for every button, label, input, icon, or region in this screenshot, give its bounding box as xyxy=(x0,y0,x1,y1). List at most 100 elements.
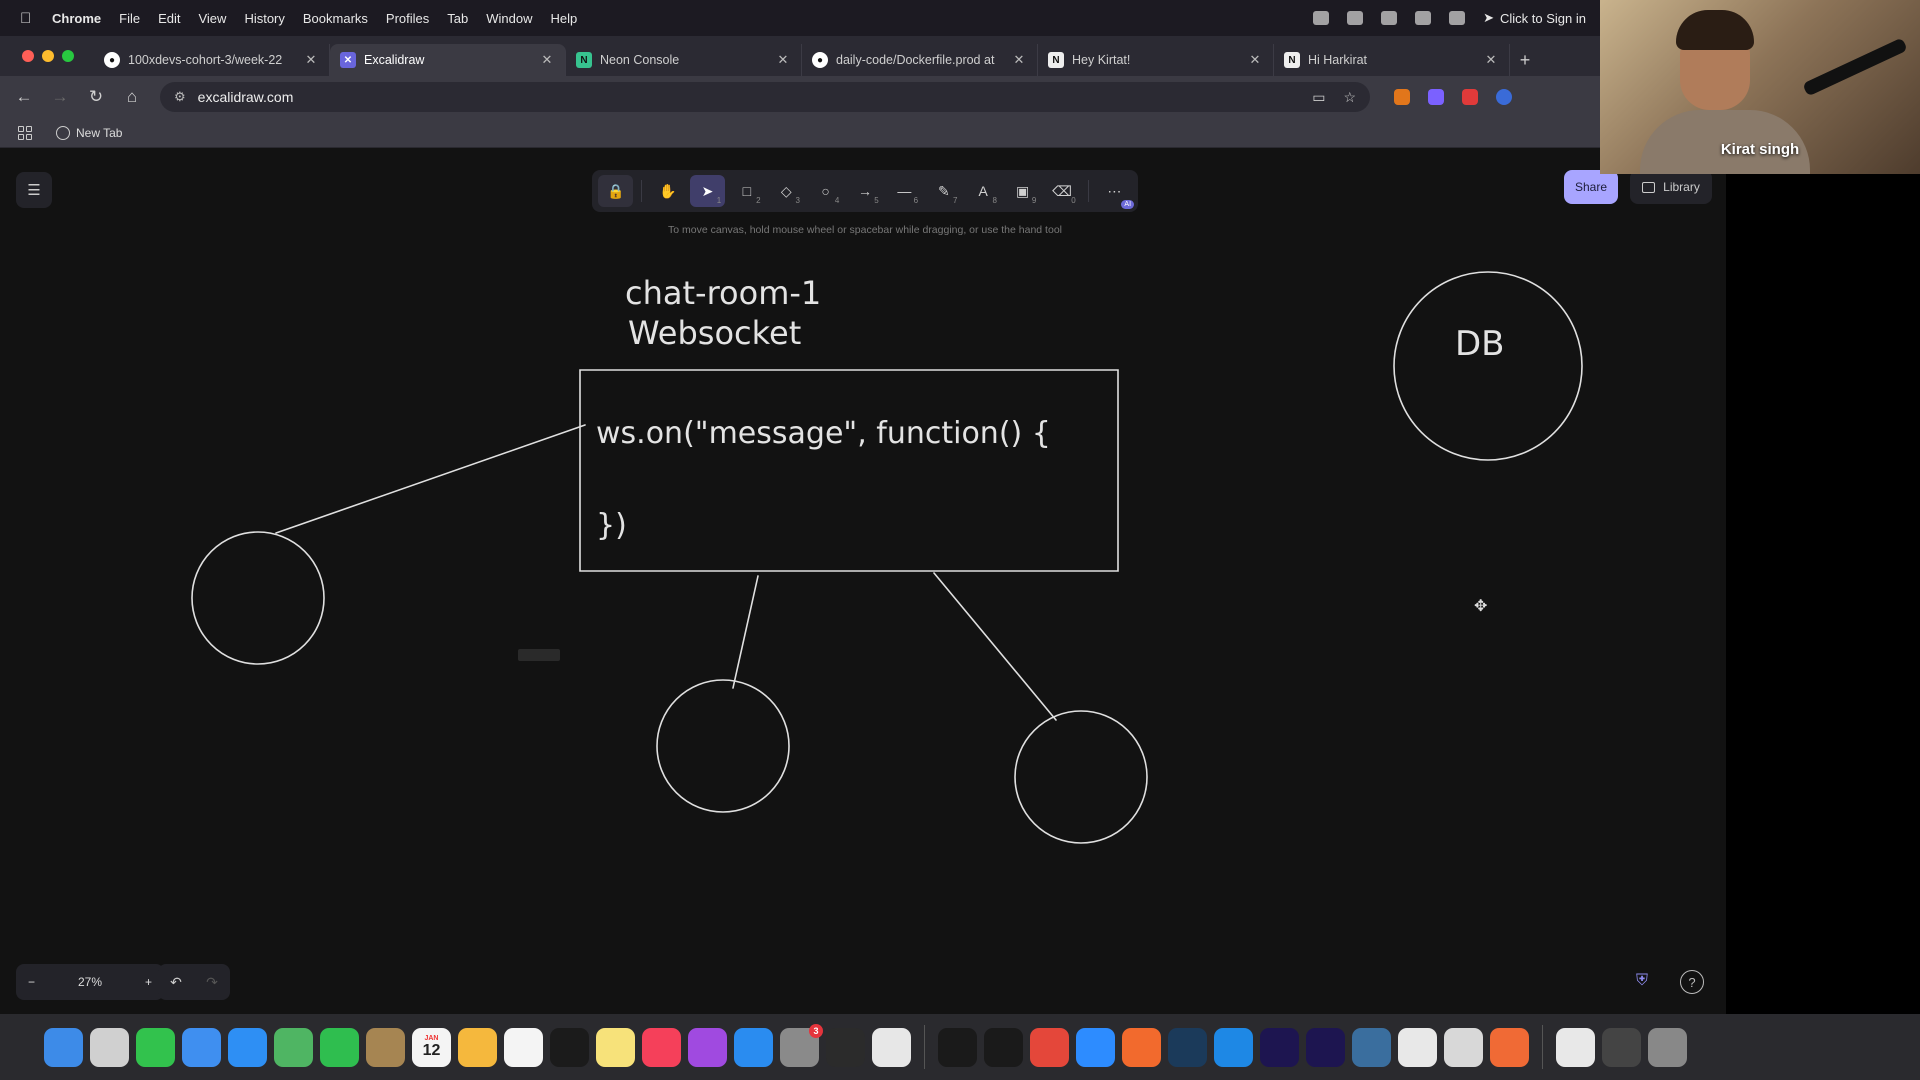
close-tab-icon[interactable]: ✕ xyxy=(1483,52,1499,68)
drawing-title-line2[interactable]: Websocket xyxy=(628,314,801,352)
premiere-pro-icon[interactable] xyxy=(1260,1027,1299,1067)
text-tool-button[interactable]: A8 xyxy=(966,175,1001,207)
drawing-surface[interactable] xyxy=(0,148,1726,1014)
mirror-icon[interactable] xyxy=(1444,1027,1483,1067)
zoom-in-button[interactable]: + xyxy=(145,975,152,989)
brave-icon[interactable] xyxy=(1122,1027,1161,1067)
steam-icon[interactable] xyxy=(1168,1027,1207,1067)
system-settings-icon[interactable]: 3 xyxy=(780,1023,823,1067)
library-button[interactable]: Library xyxy=(1630,170,1712,204)
calendar-icon[interactable]: JAN 12 xyxy=(412,1027,451,1067)
menu-file[interactable]: File xyxy=(119,11,140,26)
finder-icon[interactable] xyxy=(44,1027,83,1067)
shield-icon[interactable]: ⛨ xyxy=(1636,972,1656,994)
close-tab-icon[interactable]: ✕ xyxy=(1011,52,1027,68)
tab-hey-kirtat[interactable]: N Hey Kirtat! ✕ xyxy=(1038,44,1274,76)
podcasts-icon[interactable] xyxy=(688,1027,727,1067)
menu-window[interactable]: Window xyxy=(486,11,532,26)
menubar-app-name[interactable]: Chrome xyxy=(52,11,101,26)
metamask-extension-icon[interactable] xyxy=(1394,89,1410,105)
bookmark-star-icon[interactable]: ☆ xyxy=(1343,89,1356,106)
code-rectangle[interactable] xyxy=(579,369,1119,572)
notes-icon[interactable] xyxy=(596,1027,635,1067)
control-status-icon[interactable] xyxy=(1449,11,1466,25)
vscode-icon[interactable] xyxy=(1214,1027,1253,1067)
messages-icon[interactable] xyxy=(136,1027,175,1067)
db-circle[interactable] xyxy=(1393,271,1583,461)
close-tab-icon[interactable]: ✕ xyxy=(303,52,319,68)
postman-icon[interactable] xyxy=(1490,1027,1529,1067)
selection-tool-button[interactable]: ➤ 1 xyxy=(689,175,726,207)
connector-line-left[interactable] xyxy=(275,424,586,534)
cloud-status-icon[interactable] xyxy=(1415,11,1432,25)
menu-profiles[interactable]: Profiles xyxy=(386,11,429,26)
close-tab-icon[interactable]: ✕ xyxy=(775,52,791,68)
forward-icon[interactable]: → xyxy=(42,87,78,107)
eraser-tool-button[interactable]: ⌫ 0 xyxy=(1044,175,1079,207)
site-settings-icon[interactable]: ⚙ xyxy=(174,89,186,105)
premiere-pro-2-icon[interactable] xyxy=(1306,1027,1345,1067)
install-app-icon[interactable]: ▭ xyxy=(1312,89,1325,106)
preview-icon[interactable] xyxy=(872,1027,911,1067)
menu-tab[interactable]: Tab xyxy=(447,11,468,26)
maps-icon[interactable] xyxy=(274,1027,313,1067)
cursor-icon[interactable] xyxy=(1398,1027,1437,1067)
zoom-level[interactable]: 27% xyxy=(78,975,102,989)
chrome-icon[interactable] xyxy=(1030,1027,1069,1067)
downloads-icon[interactable] xyxy=(1602,1027,1641,1067)
hand-status-icon[interactable] xyxy=(1313,11,1330,25)
terminal-icon[interactable] xyxy=(938,1027,977,1067)
reload-icon[interactable]: ↻ xyxy=(78,87,114,107)
close-window-button[interactable] xyxy=(22,50,34,62)
client-circle-middle[interactable] xyxy=(656,679,790,813)
back-icon[interactable]: ← xyxy=(6,87,42,107)
excalidraw-canvas[interactable]: chat-room-1 Websocket ws.on("message", f… xyxy=(0,148,1726,1014)
reminders-icon[interactable] xyxy=(504,1027,543,1067)
close-tab-icon[interactable]: ✕ xyxy=(539,52,555,68)
purple-extension-icon[interactable] xyxy=(1428,89,1444,105)
tab-neon-console[interactable]: N Neon Console ✕ xyxy=(566,44,802,76)
tab-excalidraw[interactable]: ✕ Excalidraw ✕ xyxy=(330,44,566,76)
arrow-tool-button[interactable]: → 5 xyxy=(847,175,882,207)
client-circle-right[interactable] xyxy=(1014,710,1148,844)
music-icon[interactable] xyxy=(642,1027,681,1067)
bookmark-new-tab[interactable]: New Tab xyxy=(56,125,122,140)
photos-icon[interactable] xyxy=(458,1027,497,1067)
small-placeholder-rect[interactable] xyxy=(518,649,560,661)
activity-monitor-icon[interactable] xyxy=(826,1027,865,1067)
launchpad-icon[interactable] xyxy=(90,1027,129,1067)
quicktime-icon[interactable] xyxy=(1352,1027,1391,1067)
react-devtools-extension-icon[interactable] xyxy=(1496,89,1512,105)
image-tool-button[interactable]: ▣ 9 xyxy=(1005,175,1040,207)
home-icon[interactable]: ⌂ xyxy=(114,87,150,107)
redo-icon[interactable]: ↷ xyxy=(206,974,218,991)
ellipse-tool-button[interactable]: ○ 4 xyxy=(808,175,843,207)
zoom-out-button[interactable]: − xyxy=(28,975,35,989)
share-button[interactable]: Share xyxy=(1564,170,1618,204)
menu-help[interactable]: Help xyxy=(551,11,578,26)
facetime-icon[interactable] xyxy=(320,1027,359,1067)
undo-icon[interactable]: ↶ xyxy=(170,974,182,991)
share-status-icon[interactable] xyxy=(1381,11,1398,25)
more-tools-button[interactable]: ⋯ AI xyxy=(1097,175,1135,209)
menu-edit[interactable]: Edit xyxy=(158,11,180,26)
zoom-window-button[interactable] xyxy=(62,50,74,62)
menu-view[interactable]: View xyxy=(198,11,226,26)
documents-icon[interactable] xyxy=(1556,1027,1595,1067)
draw-tool-button[interactable]: ✎ 7 xyxy=(926,175,961,207)
tab-hi-harkirat[interactable]: N Hi Harkirat ✕ xyxy=(1274,44,1510,76)
mail-icon[interactable] xyxy=(182,1027,221,1067)
lock-tool-button[interactable]: 🔒 xyxy=(598,175,634,207)
sign-in-status[interactable]: ➤ Click to Sign in xyxy=(1483,10,1586,26)
apps-grid-icon[interactable] xyxy=(18,125,32,140)
line-tool-button[interactable]: —6 xyxy=(887,175,922,207)
code-line-2[interactable]: }) xyxy=(596,508,627,543)
rectangle-tool-button[interactable]: □ 2 xyxy=(729,175,764,207)
db-label[interactable]: DB xyxy=(1455,324,1505,364)
red-extension-icon[interactable] xyxy=(1462,89,1478,105)
safari-icon[interactable] xyxy=(228,1027,267,1067)
close-tab-icon[interactable]: ✕ xyxy=(1247,52,1263,68)
trash-icon[interactable] xyxy=(1648,1027,1687,1067)
menu-history[interactable]: History xyxy=(244,11,284,26)
diamond-tool-button[interactable]: ◇ 3 xyxy=(769,175,804,207)
